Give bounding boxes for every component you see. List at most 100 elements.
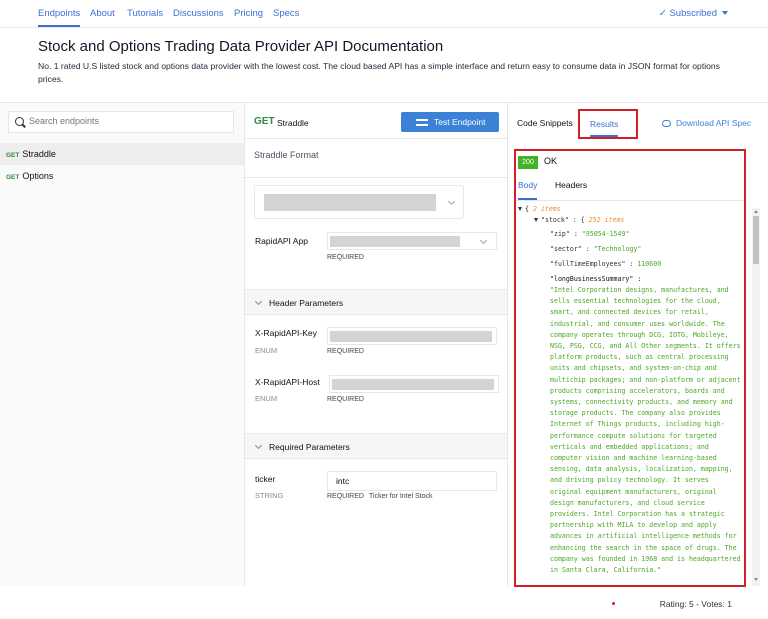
header-name: X-RapidAPI-Key [255,328,317,338]
required-label: REQUIRED [327,493,364,500]
tab-code-snippets[interactable]: Code Snippets [517,118,573,128]
redacted-value [330,236,460,247]
endpoint-header: GET Straddle Test Endpoint [245,103,507,139]
json-sector-entry: "sector" : "Technology" [550,245,641,253]
rapidapi-host-input[interactable] [329,375,499,393]
test-endpoint-button[interactable]: Test Endpoint [401,112,499,132]
rapidapi-app-label: RapidAPI App [255,236,308,246]
search-icon [15,117,24,126]
redacted-value [330,331,492,342]
sidebar-item-label: Straddle [22,149,56,159]
param-name: ticker [255,474,276,484]
ticker-value: intc [336,476,350,486]
header-type: ENUM [255,346,278,355]
header-name: X-RapidAPI-Host [255,377,320,387]
sidebar-item-label: Options [22,171,54,181]
json-key: "zip" : [550,230,578,238]
json-value: "95054-1549" [581,230,630,238]
page-title: Stock and Options Trading Data Provider … [38,38,444,55]
rating-text: Rating: 5 - Votes: 1 [659,599,732,609]
swap-arrows-icon [416,117,428,127]
sidebar-item-straddle[interactable]: GET Straddle [0,143,244,165]
required-parameters-section[interactable]: Required Parameters [245,433,507,459]
param-type: STRING [255,491,284,500]
tab-endpoints[interactable]: Endpoints [38,8,81,27]
param-description: Ticker for Intel Stock [369,493,433,500]
divider [516,200,744,201]
page-description: No. 1 rated U.S listed stock and options… [38,61,720,84]
scroll-thumb[interactable] [753,216,759,264]
endpoint-details: GET Straddle Test Endpoint Straddle Form… [244,102,508,586]
scroll-down-icon[interactable] [754,578,758,581]
json-brace: { [525,205,529,213]
json-employees-entry: "fullTimeEmployees" : 110600 [550,260,661,268]
rapidapi-key-input[interactable] [327,327,497,345]
method-label: GET [254,116,275,127]
chevron-down-icon [722,11,728,16]
search-box[interactable] [8,111,234,133]
checkmark-icon: ✓ [658,8,670,19]
download-api-spec-label: Download API Spec [676,118,752,128]
header-parameters-section[interactable]: Header Parameters [245,289,507,315]
json-key: "fullTimeEmployees" : [550,260,634,268]
download-api-spec-link[interactable]: Download API Spec [662,118,751,128]
tab-tutorials[interactable]: Tutorials [127,8,163,19]
format-select[interactable] [254,185,464,219]
expand-triangle-icon[interactable] [518,207,522,211]
sidebar-item-options[interactable]: GET Options [0,165,244,187]
json-summary-key: "longBusinessSummary" : [550,275,642,283]
search-input[interactable] [29,116,229,126]
subscribed-label: Subscribed [669,8,717,19]
json-key: "sector" : [550,245,590,253]
tab-pricing[interactable]: Pricing [234,8,263,19]
tab-discussions[interactable]: Discussions [173,8,224,19]
redacted-value [264,194,436,211]
divider [245,177,507,178]
tab-body[interactable]: Body [518,180,538,200]
chevron-down-icon [254,297,263,306]
endpoint-name: Straddle [277,118,309,128]
response-viewer: 200 OK Body Headers { 2 items "stock" : … [514,149,746,587]
method-badge: GET [6,152,20,159]
item-count: 252 items [588,216,625,224]
cloud-download-icon [662,120,671,127]
chevron-down-icon [254,441,263,450]
json-summary-value: "Intel Corporation designs, manufactures… [550,286,741,575]
test-endpoint-label: Test Endpoint [434,117,486,127]
json-value: 110600 [637,260,662,268]
top-nav: Endpoints About Tutorials Discussions Pr… [0,0,768,28]
required-label: REQUIRED [327,396,364,403]
expand-triangle-icon[interactable] [534,218,538,222]
section-title: Required Parameters [269,442,350,452]
ticker-input[interactable]: intc [327,471,497,491]
required-label: REQUIRED [327,348,364,355]
json-zip-entry: "zip" : "95054-1549" [550,230,629,238]
endpoint-sidebar: GETStraddle GETOptions [0,102,244,586]
tab-results-label: Results [590,119,619,137]
results-scrollbar[interactable] [752,208,760,586]
tab-results[interactable]: Results [578,109,638,139]
json-value: "Technology" [593,245,642,253]
chevron-down-icon [479,236,488,245]
method-badge: GET [6,174,20,181]
header-type: ENUM [255,394,278,403]
json-root-node[interactable]: { 2 items [518,205,561,213]
required-label: REQUIRED [327,254,364,261]
section-title: Header Parameters [269,298,344,308]
tab-headers[interactable]: Headers [555,180,587,190]
tab-about[interactable]: About [90,8,115,19]
json-stock-node[interactable]: "stock" : { 252 items [534,216,624,224]
scroll-up-icon[interactable] [754,210,758,213]
status-badge: 200 [518,156,538,169]
subscribed-dropdown[interactable]: ✓ Subscribed [659,8,728,19]
status-text: OK [544,156,558,166]
redacted-value [332,379,494,390]
dot-icon [612,602,615,605]
format-label: Straddle Format [254,150,319,160]
json-key: "stock" : { [541,216,585,224]
tab-specs[interactable]: Specs [273,8,299,19]
rapidapi-app-select[interactable] [327,232,497,250]
results-panel: Code Snippets Results Download API Spec … [508,102,768,587]
chevron-down-icon [447,197,456,206]
item-count: 2 items [532,205,561,213]
